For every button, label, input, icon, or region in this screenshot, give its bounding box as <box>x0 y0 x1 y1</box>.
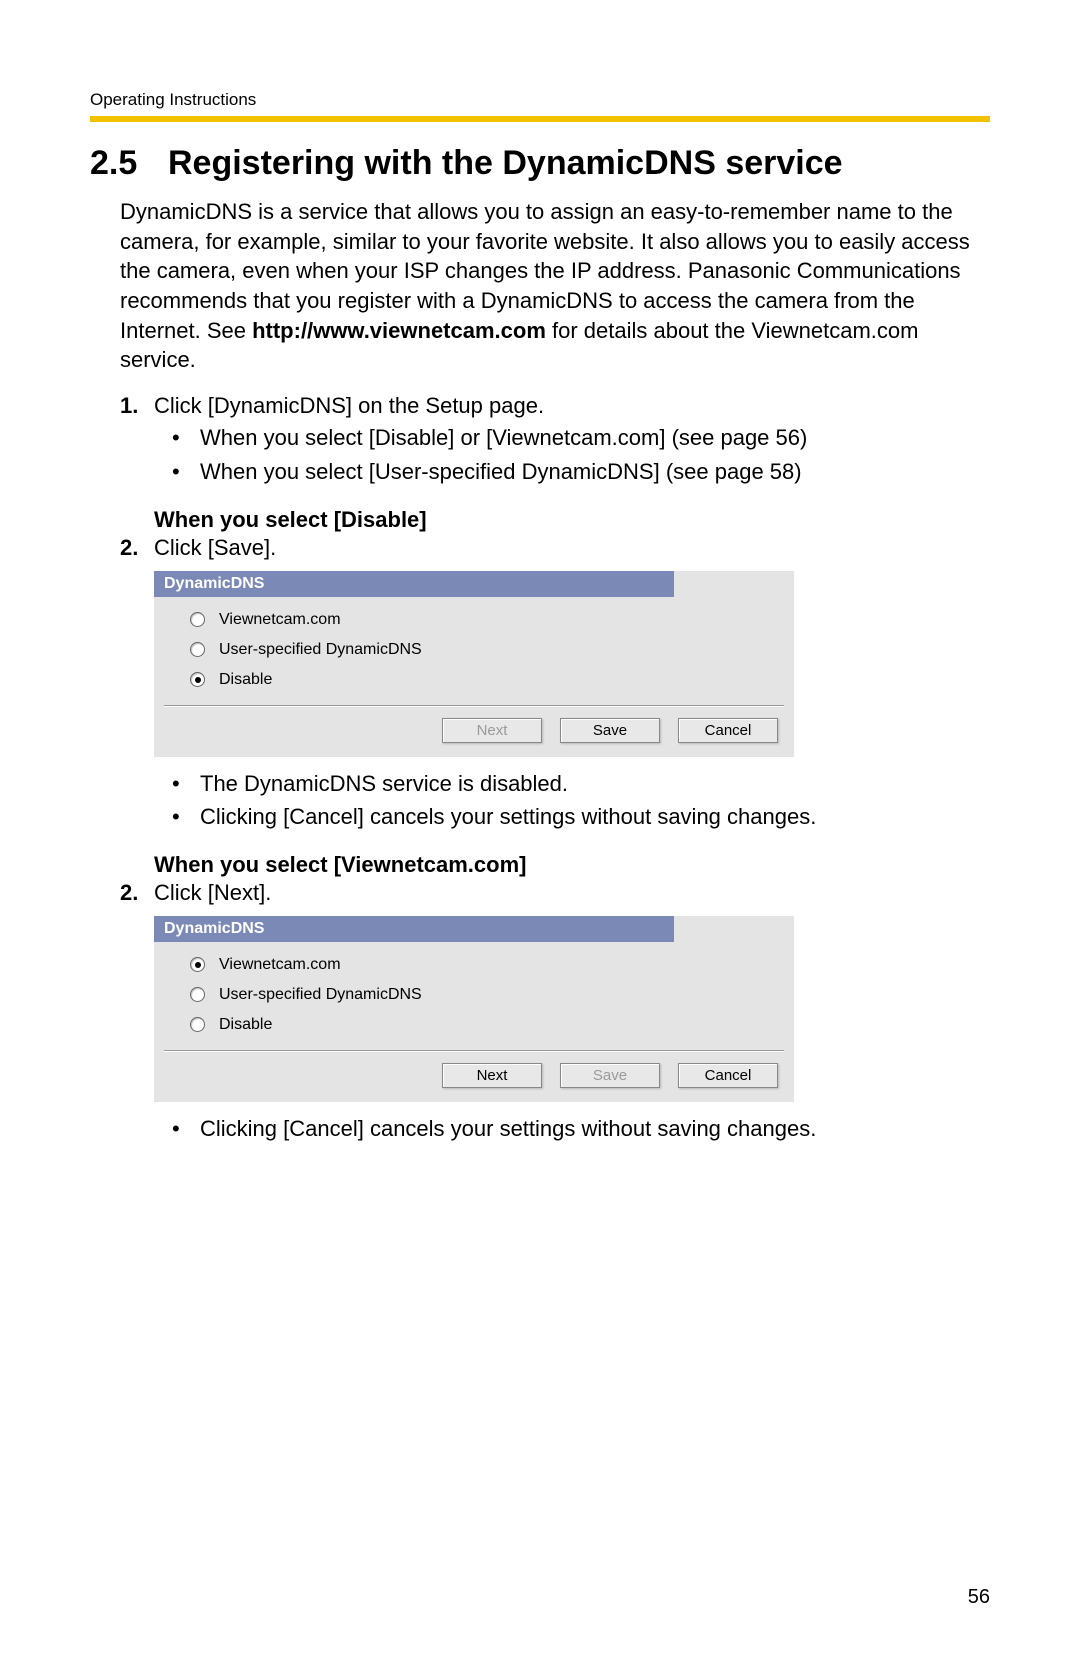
note-a-1: Clicking [Cancel] cancels your settings … <box>172 802 990 832</box>
radio-label: User-specified DynamicDNS <box>219 986 422 1004</box>
radio-row-b-2[interactable]: Disable <box>154 1010 794 1040</box>
section-title-text: Registering with the DynamicDNS service <box>168 144 843 182</box>
next-button[interactable]: Next <box>442 1063 542 1088</box>
radio-row-a-0[interactable]: Viewnetcam.com <box>154 605 794 635</box>
radio-label: Viewnetcam.com <box>219 956 341 974</box>
save-button[interactable]: Save <box>560 718 660 743</box>
step-2b: 2. Click [Next]. <box>120 880 990 906</box>
dynamicdns-panel-a: DynamicDNS Viewnetcam.com User-specified… <box>154 571 794 757</box>
note-a-0: The DynamicDNS service is disabled. <box>172 769 990 799</box>
step-1-text: Click [DynamicDNS] on the Setup page. <box>154 393 544 418</box>
radio-icon[interactable] <box>190 987 205 1002</box>
cancel-button[interactable]: Cancel <box>678 1063 778 1088</box>
step-1-sub-2: When you select [User-specified DynamicD… <box>172 457 990 487</box>
panel-a-title: DynamicDNS <box>154 571 674 597</box>
intro-url: http://www.viewnetcam.com <box>252 318 546 343</box>
next-button: Next <box>442 718 542 743</box>
running-header: Operating Instructions <box>90 90 990 110</box>
radio-icon[interactable] <box>190 612 205 627</box>
section-heading: 2.5Registering with the DynamicDNS servi… <box>90 144 990 183</box>
save-button: Save <box>560 1063 660 1088</box>
radio-label: Disable <box>219 671 272 689</box>
radio-row-a-1[interactable]: User-specified DynamicDNS <box>154 635 794 665</box>
radio-icon[interactable] <box>190 957 205 972</box>
step-2a-number: 2. <box>120 535 138 561</box>
header-rule <box>90 116 990 122</box>
intro-paragraph: DynamicDNS is a service that allows you … <box>120 197 990 375</box>
step-2b-number: 2. <box>120 880 138 906</box>
step-2a: 2. Click [Save]. <box>120 535 990 561</box>
dynamicdns-panel-b: DynamicDNS Viewnetcam.com User-specified… <box>154 916 794 1102</box>
radio-icon[interactable] <box>190 1017 205 1032</box>
radio-row-a-2[interactable]: Disable <box>154 665 794 695</box>
step-1: 1. Click [DynamicDNS] on the Setup page.… <box>120 393 990 486</box>
page-number: 56 <box>968 1586 990 1609</box>
subheading-disable: When you select [Disable] <box>154 507 990 533</box>
radio-icon[interactable] <box>190 642 205 657</box>
note-b-0: Clicking [Cancel] cancels your settings … <box>172 1114 990 1144</box>
radio-row-b-0[interactable]: Viewnetcam.com <box>154 950 794 980</box>
step-1-sub-1: When you select [Disable] or [Viewnetcam… <box>172 423 990 453</box>
radio-row-b-1[interactable]: User-specified DynamicDNS <box>154 980 794 1010</box>
radio-label: Viewnetcam.com <box>219 611 341 629</box>
section-number: 2.5 <box>90 144 168 183</box>
radio-icon[interactable] <box>190 672 205 687</box>
step-2a-text: Click [Save]. <box>154 535 276 560</box>
cancel-button[interactable]: Cancel <box>678 718 778 743</box>
panel-b-title: DynamicDNS <box>154 916 674 942</box>
step-2b-text: Click [Next]. <box>154 880 271 905</box>
radio-label: User-specified DynamicDNS <box>219 641 422 659</box>
subheading-viewnetcam: When you select [Viewnetcam.com] <box>154 852 990 878</box>
radio-label: Disable <box>219 1016 272 1034</box>
step-1-number: 1. <box>120 393 138 419</box>
